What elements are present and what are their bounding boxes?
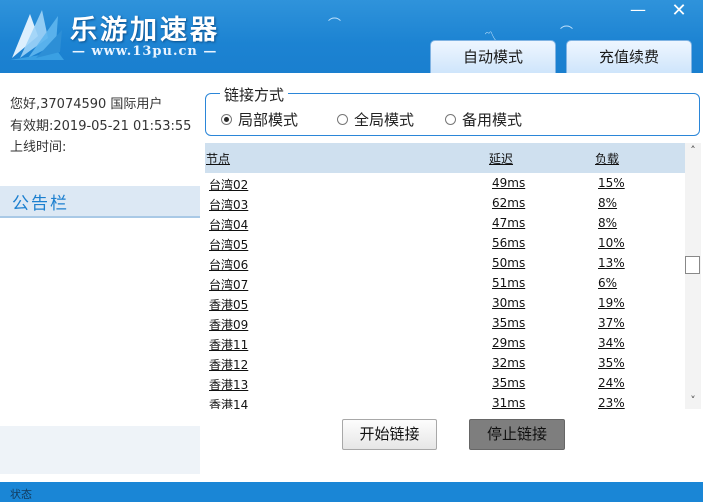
notice-title: 公告栏 [12, 194, 69, 214]
node-list[interactable]: 节点 延迟 负载 台湾02 49ms 15% 台湾03 62ms 8% 台湾04 47ms 8%… [205, 143, 685, 409]
scroll-up-icon[interactable]: ˄ [685, 143, 701, 159]
cell-latency: 50ms [492, 256, 526, 270]
cell-node: 台湾02 [209, 178, 249, 192]
column-header-load[interactable]: 负载 [595, 150, 619, 167]
cell-load: 6% [598, 276, 618, 290]
cell-node: 台湾05 [209, 238, 249, 252]
cell-node: 台湾04 [209, 218, 249, 232]
connection-mode-legend: 链接方式 [220, 84, 289, 105]
cell-latency: 62ms [492, 196, 526, 210]
cell-latency: 32ms [492, 356, 526, 370]
radio-selected-icon [221, 114, 232, 125]
header-bar: 乐游加速器 — www.13pu.cn — ⌒ 〽 ⌒ — ✕ 自动模式 充值续… [0, 0, 703, 73]
status-text: 状态 [10, 488, 32, 501]
scroll-thumb[interactable] [685, 256, 700, 274]
table-row[interactable]: 香港11 29ms 34% [205, 334, 685, 354]
cell-latency: 47ms [492, 216, 526, 230]
cell-node: 香港11 [209, 338, 249, 352]
cell-node: 香港13 [209, 378, 249, 392]
table-row[interactable]: 香港09 35ms 37% [205, 314, 685, 334]
radio-label: 备用模式 [462, 111, 523, 129]
cell-load: 8% [598, 196, 618, 210]
node-list-header: 节点 延迟 负载 [205, 143, 685, 173]
column-header-node[interactable]: 节点 [206, 150, 230, 167]
table-row[interactable]: 台湾06 50ms 13% [205, 254, 685, 274]
start-connect-button[interactable]: 开始链接 [342, 419, 437, 450]
status-bar: 状态 [0, 482, 703, 502]
node-list-scrollbar[interactable]: ˄ ˅ [685, 143, 701, 409]
close-button[interactable]: ✕ [668, 2, 690, 22]
online-time: 上线时间: [10, 140, 67, 155]
expiry-date: 有效期:2019-05-21 01:53:55 [10, 119, 192, 134]
cell-node: 台湾03 [209, 198, 249, 212]
cell-latency: 35ms [492, 376, 526, 390]
cell-load: 24% [598, 376, 625, 390]
app-title: 乐游加速器 [70, 15, 220, 46]
radio-label: 局部模式 [238, 111, 299, 129]
notice-header: 公告栏 [0, 186, 200, 218]
cell-latency: 30ms [492, 296, 526, 310]
cell-load: 8% [598, 216, 618, 230]
bird-decoration-icon: ⌒ [328, 18, 342, 33]
auto-mode-button[interactable]: 自动模式 [430, 40, 556, 73]
table-row[interactable]: 台湾05 56ms 10% [205, 234, 685, 254]
radio-label: 全局模式 [354, 111, 415, 129]
cell-node: 香港05 [209, 298, 249, 312]
cell-load: 23% [598, 396, 625, 409]
table-row[interactable]: 香港14 31ms 23% [205, 394, 685, 409]
cell-latency: 49ms [492, 176, 526, 190]
cell-node: 台湾06 [209, 258, 249, 272]
cell-latency: 35ms [492, 316, 526, 330]
recharge-button[interactable]: 充值续费 [566, 40, 692, 73]
logo-icon [10, 10, 64, 60]
radio-unselected-icon [445, 114, 456, 125]
user-greeting: 您好,37074590 国际用户 [10, 97, 163, 112]
cell-load: 15% [598, 176, 625, 190]
radio-global-mode[interactable]: 全局模式 [337, 109, 414, 130]
cell-latency: 31ms [492, 396, 526, 409]
notice-footer [0, 426, 200, 474]
cell-node: 香港09 [209, 318, 249, 332]
cell-load: 37% [598, 316, 625, 330]
cell-load: 13% [598, 256, 625, 270]
table-row[interactable]: 台湾02 49ms 15% [205, 174, 685, 194]
table-row[interactable]: 香港13 35ms 24% [205, 374, 685, 394]
notice-body [8, 218, 200, 426]
radio-backup-mode[interactable]: 备用模式 [445, 109, 522, 130]
minimize-button[interactable]: — [628, 2, 648, 20]
cell-node: 台湾07 [209, 278, 249, 292]
column-header-latency[interactable]: 延迟 [489, 150, 513, 167]
cell-latency: 56ms [492, 236, 526, 250]
table-row[interactable]: 台湾03 62ms 8% [205, 194, 685, 214]
table-row[interactable]: 香港05 30ms 19% [205, 294, 685, 314]
radio-unselected-icon [337, 114, 348, 125]
app-url: — www.13pu.cn — [72, 44, 218, 59]
bird-decoration-icon: ⌒ [560, 26, 574, 41]
table-row[interactable]: 香港12 32ms 35% [205, 354, 685, 374]
cell-load: 34% [598, 336, 625, 350]
table-row[interactable]: 台湾04 47ms 8% [205, 214, 685, 234]
stop-connect-button[interactable]: 停止链接 [469, 419, 565, 450]
cell-node: 香港14 [209, 398, 249, 409]
cell-latency: 29ms [492, 336, 526, 350]
table-row[interactable]: 台湾07 51ms 6% [205, 274, 685, 294]
cell-latency: 51ms [492, 276, 526, 290]
cell-load: 10% [598, 236, 625, 250]
scroll-down-icon[interactable]: ˅ [685, 393, 701, 409]
cell-load: 35% [598, 356, 625, 370]
cell-node: 香港12 [209, 358, 249, 372]
radio-partial-mode[interactable]: 局部模式 [221, 109, 298, 130]
cell-load: 19% [598, 296, 625, 310]
